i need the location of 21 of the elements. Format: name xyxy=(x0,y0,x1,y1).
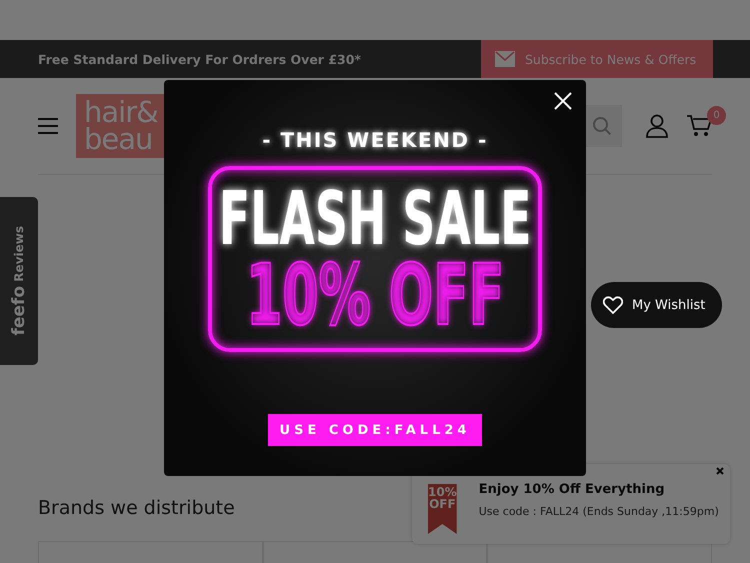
account-icon[interactable] xyxy=(646,114,668,138)
cart-count-badge: 0 xyxy=(707,106,726,125)
delivery-message: Free Standard Delivery For Ordrers Over £30* xyxy=(38,52,361,66)
section-heading: Brands we distribute xyxy=(38,497,235,519)
menu-icon[interactable] xyxy=(38,118,58,134)
wishlist-button[interactable]: My Wishlist xyxy=(591,282,722,328)
promo-code-button[interactable]: USE CODE:FALL24 xyxy=(268,414,482,446)
close-icon[interactable] xyxy=(554,92,572,110)
toast-title: Enjoy 10% Off Everything xyxy=(478,482,666,497)
heart-icon xyxy=(603,296,623,314)
discount-ribbon: 10% OFF xyxy=(428,484,457,534)
toast-message: Use code : FALL24 (Ends Sunday ,11:59pm) xyxy=(478,505,719,518)
feefo-logo: feefo xyxy=(9,286,29,336)
envelope-icon xyxy=(495,51,515,67)
discount-text: 10% OFF xyxy=(246,255,504,335)
popup-kicker: - THIS WEEKEND - xyxy=(262,128,488,152)
reviews-label: Reviews xyxy=(12,226,26,282)
reviews-tab[interactable]: feefo Reviews xyxy=(0,197,38,365)
subscribe-button[interactable]: Subscribe to News & Offers xyxy=(481,40,713,78)
sale-headline: FLASH SALE xyxy=(218,183,532,255)
search-icon xyxy=(593,117,611,135)
